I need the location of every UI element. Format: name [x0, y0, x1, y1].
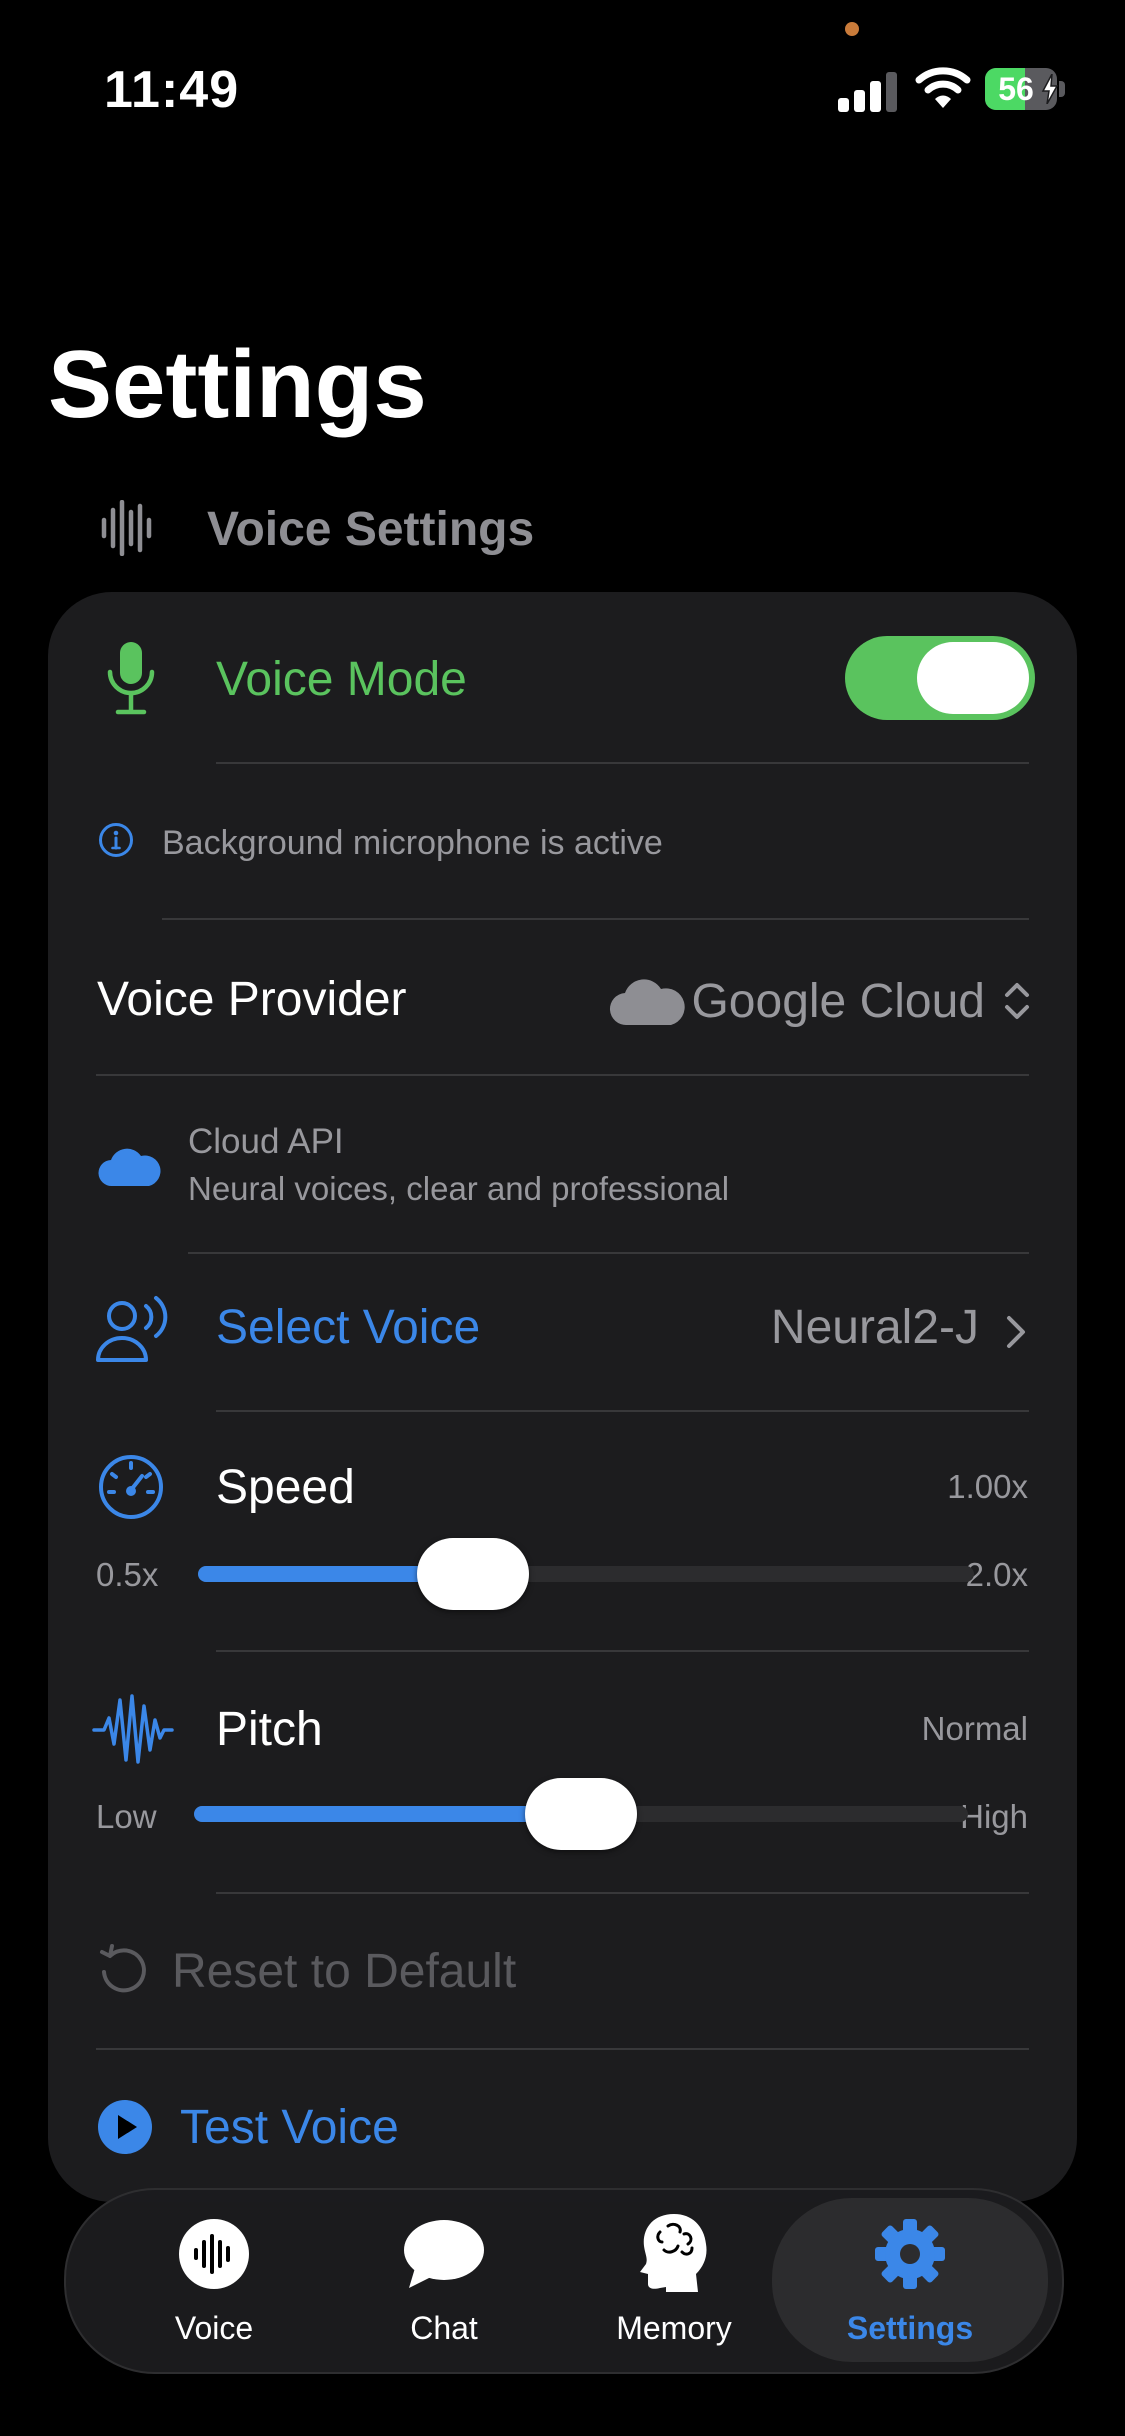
voice-mode-toggle[interactable]: [845, 636, 1035, 720]
battery-icon: 56: [985, 68, 1069, 110]
chevron-up-down-icon: [1005, 983, 1029, 1019]
select-voice-value: Neural2-J: [770, 1301, 979, 1354]
reset-to-default-button[interactable]: Reset to Default: [48, 1922, 1077, 2022]
pitch-min-label: Low: [96, 1798, 157, 1835]
pitch-label: Pitch: [216, 1703, 323, 1756]
page-title: Settings: [48, 331, 427, 438]
speed-slider-thumb[interactable]: [417, 1538, 530, 1610]
reset-arrow-icon: [100, 1944, 146, 1993]
brain-head-icon: [640, 2214, 707, 2292]
speed-min-label: 0.5x: [96, 1556, 159, 1593]
chat-bubble-icon: [404, 2220, 484, 2288]
speed-value: 1.00x: [947, 1468, 1028, 1505]
voice-mode-label: Voice Mode: [216, 653, 467, 706]
pitch-slider[interactable]: [194, 1778, 968, 1850]
info-icon: [99, 823, 133, 857]
speed-max-label: 2.0x: [965, 1556, 1028, 1593]
divider: [216, 1410, 1029, 1412]
select-voice-label: Select Voice: [216, 1301, 481, 1354]
chevron-right-icon: [1007, 1316, 1025, 1348]
privacy-indicator-dot: [845, 22, 859, 36]
voice-provider-picker[interactable]: Google Cloud: [609, 966, 1033, 1036]
speed-label: Speed: [216, 1461, 355, 1514]
charging-bolt-icon: [1041, 74, 1059, 104]
speedometer-icon: [99, 1455, 163, 1519]
divider: [96, 1074, 1029, 1076]
voice-provider-label: Voice Provider: [97, 973, 407, 1026]
voice-provider-value: Google Cloud: [691, 974, 985, 1028]
tab-chat-label: Chat: [410, 2310, 478, 2346]
voice-settings-card: Voice Mode Background microphone is acti…: [48, 592, 1077, 2202]
cloud-api-icon: [98, 1148, 161, 1187]
divider: [188, 1252, 1029, 1254]
microphone-icon: [107, 642, 155, 715]
divider: [216, 762, 1029, 764]
section-title: Voice Settings: [207, 503, 535, 556]
divider: [96, 2048, 1029, 2050]
pitch-waveform-icon: [92, 1694, 174, 1764]
speed-slider[interactable]: [198, 1538, 974, 1610]
cellular-signal-icon: [838, 68, 898, 112]
tab-memory[interactable]: Memory: [564, 2190, 784, 2372]
test-voice-label: Test Voice: [180, 2101, 399, 2154]
pitch-slider-fill: [194, 1806, 581, 1822]
tab-voice[interactable]: Voice: [104, 2190, 324, 2372]
tab-settings[interactable]: Settings: [772, 2198, 1048, 2362]
pitch-value: Normal: [921, 1710, 1028, 1747]
tab-voice-label: Voice: [174, 2310, 254, 2346]
divider: [162, 918, 1029, 920]
pitch-slider-thumb[interactable]: [525, 1778, 637, 1850]
reset-label: Reset to Default: [172, 1945, 517, 1998]
wifi-icon: [915, 67, 971, 108]
battery-percent: 56: [998, 71, 1034, 107]
tab-bar: Voice Chat Memory Settings: [64, 2188, 1064, 2374]
provider-info-title: Cloud API: [188, 1122, 344, 1161]
mic-notice-text: Background microphone is active: [162, 824, 663, 862]
provider-info-subtitle: Neural voices, clear and professional: [188, 1170, 730, 1207]
voice-tab-icon: [179, 2219, 249, 2289]
toggle-knob: [917, 642, 1029, 714]
waveform-icon: [101, 500, 152, 556]
divider: [216, 1892, 1029, 1894]
tab-chat[interactable]: Chat: [334, 2190, 554, 2372]
status-time: 11:49: [104, 61, 240, 119]
person-speaking-icon: [96, 1296, 168, 1362]
play-circle-icon: [98, 2100, 152, 2154]
tab-settings-label: Settings: [846, 2310, 974, 2346]
select-voice-row[interactable]: Select Voice Neural2-J: [48, 1282, 1077, 1392]
divider: [216, 1650, 1029, 1652]
test-voice-button[interactable]: Test Voice: [48, 2082, 1077, 2182]
pitch-max-label: High: [960, 1798, 1028, 1835]
tab-memory-label: Memory: [616, 2310, 732, 2346]
gear-icon: [875, 2219, 945, 2289]
cloud-icon: [610, 979, 686, 1026]
